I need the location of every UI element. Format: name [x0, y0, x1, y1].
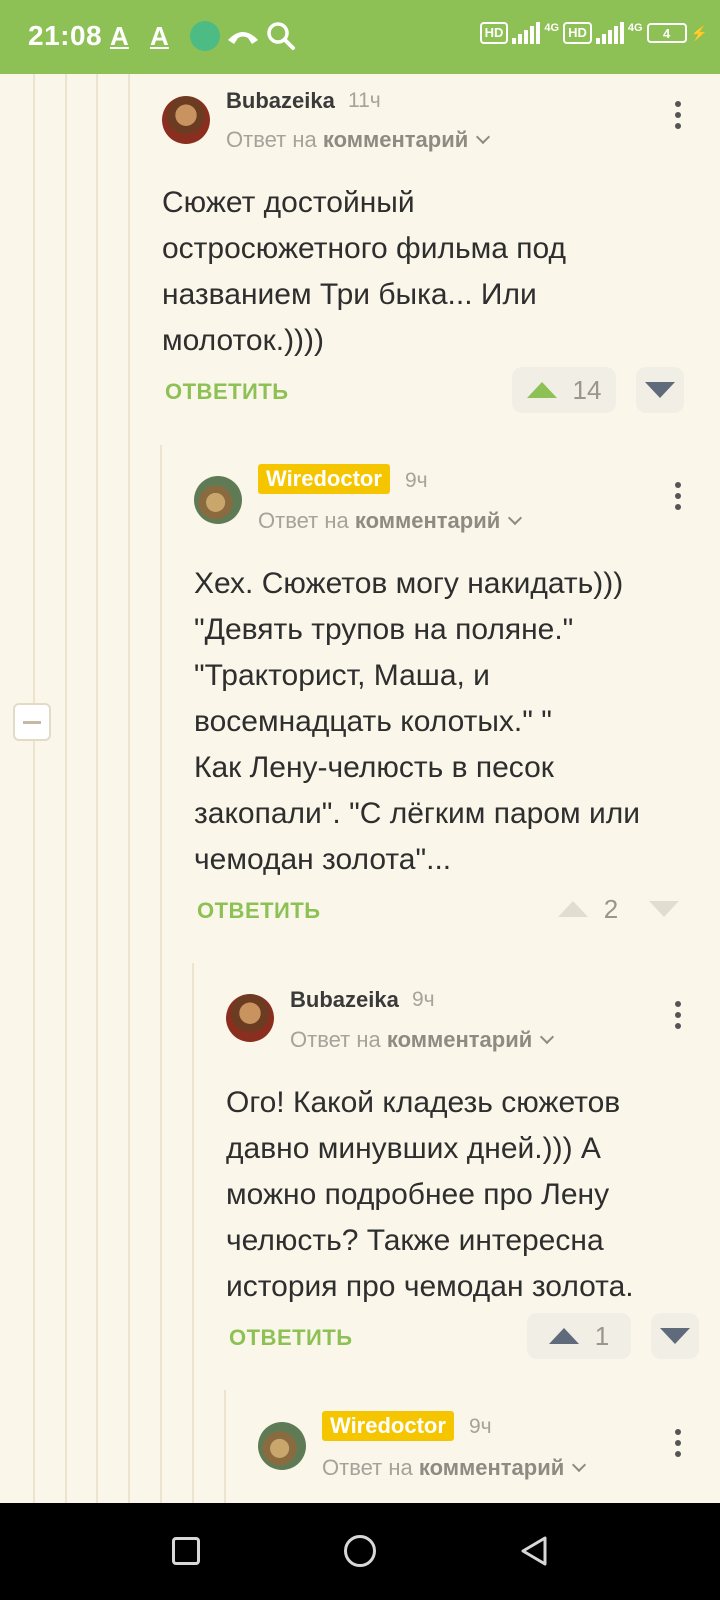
reply-to-target[interactable]: комментарий: [387, 1027, 532, 1052]
more-menu-icon[interactable]: [674, 1429, 682, 1457]
circle-icon: [344, 1535, 376, 1567]
signal-icon: [512, 22, 541, 44]
reply-to-link[interactable]: Ответ на комментарий: [226, 127, 491, 153]
vote-controls: 14: [512, 367, 684, 413]
reply-to-prefix: Ответ на: [258, 508, 349, 533]
comment-time: 9ч: [405, 469, 428, 492]
comment-text: Ого! Какой кладезь сюжетов давно минувши…: [226, 1086, 634, 1303]
battery-icon: 4: [646, 23, 687, 43]
reply-to-prefix: Ответ на: [290, 1027, 381, 1052]
battery-level: 4: [662, 25, 671, 41]
downvote-icon: [660, 1328, 690, 1344]
reply-to-target[interactable]: комментарий: [323, 127, 468, 152]
thread-line: [96, 74, 98, 1503]
downvote-button[interactable]: [651, 1313, 699, 1359]
thread-line: [192, 963, 194, 1503]
reply-to-prefix: Ответ на: [226, 127, 317, 152]
username[interactable]: Wiredoctor: [258, 464, 390, 494]
upvote-button[interactable]: 1: [527, 1313, 631, 1359]
square-icon: [172, 1537, 200, 1565]
downvote-button[interactable]: [640, 886, 688, 932]
thread-line: [65, 74, 67, 1503]
text-a-icon: A: [150, 20, 169, 51]
thread-line: [128, 74, 130, 1503]
reply-button[interactable]: ОТВЕТИТЬ: [197, 898, 321, 924]
avatar[interactable]: [194, 476, 242, 524]
more-menu-icon[interactable]: [674, 482, 682, 510]
comment-time: 9ч: [469, 1415, 492, 1438]
upvote-button[interactable]: 14: [512, 367, 616, 413]
downvote-button[interactable]: [636, 367, 684, 413]
vote-count: 1: [594, 1320, 610, 1351]
search-icon: [266, 20, 296, 52]
chevron-down-icon: [508, 510, 523, 526]
comment-text: Хех. Сюжетов могу накидать))) "Девять тр…: [194, 567, 641, 876]
comment-text: Сюжет достойный остросюжетного фильма по…: [162, 186, 567, 357]
reply-to-link[interactable]: Ответ на комментарий: [322, 1455, 587, 1481]
comment-time: 11ч: [348, 89, 381, 112]
hd-badge: HD: [479, 22, 509, 44]
avatar[interactable]: [258, 1422, 306, 1470]
reply-to-link[interactable]: Ответ на комментарий: [290, 1027, 555, 1053]
text-a-icon: A: [110, 20, 129, 51]
call-icon: [226, 20, 260, 52]
network-type: 4G: [544, 22, 560, 34]
home-button[interactable]: [340, 1531, 380, 1571]
upvote-icon: [548, 1328, 579, 1344]
chevron-down-icon: [540, 1029, 555, 1045]
chevron-down-icon: [476, 129, 491, 145]
more-menu-icon[interactable]: [674, 101, 682, 129]
downvote-icon: [645, 382, 675, 398]
more-menu-icon[interactable]: [674, 1001, 682, 1029]
collapse-thread-button[interactable]: [13, 703, 51, 741]
status-right-icons: HD 4G HD 4G 4 ⚡: [479, 22, 708, 44]
reply-to-link[interactable]: Ответ на комментарий: [258, 508, 523, 534]
upvote-button[interactable]: 2: [536, 886, 640, 932]
back-button[interactable]: [514, 1531, 554, 1571]
reply-button[interactable]: ОТВЕТИТЬ: [229, 1325, 353, 1351]
recent-apps-button[interactable]: [166, 1531, 206, 1571]
charging-icon: ⚡: [690, 24, 708, 41]
network-type: 4G: [627, 22, 643, 34]
system-nav-bar: [0, 1503, 720, 1600]
username[interactable]: Bubazeika: [226, 88, 335, 114]
hd-badge: HD: [563, 22, 592, 44]
vote-count: 14: [572, 374, 602, 405]
avatar[interactable]: [162, 96, 210, 144]
signal-icon: [595, 22, 624, 44]
thread-line: [224, 1390, 226, 1503]
upvote-icon: [557, 901, 588, 917]
username[interactable]: Wiredoctor: [322, 1411, 454, 1441]
back-triangle-icon: [521, 1536, 547, 1566]
username[interactable]: Bubazeika: [290, 987, 399, 1013]
status-time: 21:08: [28, 20, 103, 51]
thread-line: [160, 445, 162, 1503]
downvote-icon: [649, 901, 679, 917]
reply-button[interactable]: ОТВЕТИТЬ: [165, 379, 289, 405]
reply-to-target[interactable]: комментарий: [419, 1455, 564, 1480]
mic-icon: [190, 20, 220, 52]
upvote-icon: [526, 382, 557, 398]
thread-line: [33, 74, 35, 1503]
reply-to-target[interactable]: комментарий: [355, 508, 500, 533]
comment-time: 9ч: [412, 988, 435, 1011]
reply-to-prefix: Ответ на: [322, 1455, 413, 1480]
status-bar: 21:08 A A HD 4G HD 4G 4 ⚡: [0, 0, 720, 74]
chevron-down-icon: [572, 1457, 587, 1473]
avatar[interactable]: [226, 994, 274, 1042]
vote-controls: 2: [536, 886, 688, 932]
vote-controls: 1: [527, 1313, 699, 1359]
vote-count: 2: [603, 893, 619, 924]
